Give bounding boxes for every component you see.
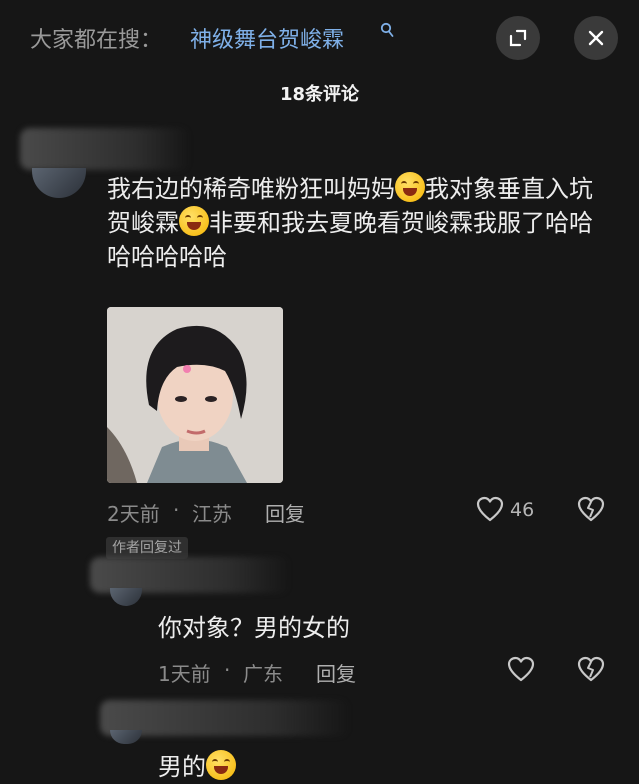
- reply-text-content: 男的: [158, 753, 206, 781]
- like-count: 46: [510, 499, 535, 521]
- meta-separator: ·: [224, 658, 231, 682]
- expand-icon: [509, 29, 527, 47]
- search-prefix: 大家都在搜：: [30, 28, 163, 53]
- reply-button[interactable]: 回复: [265, 498, 305, 527]
- close-button[interactable]: [574, 16, 618, 60]
- reply-text: 你对象？男的女的: [158, 614, 350, 642]
- expand-button[interactable]: [496, 16, 540, 60]
- avatar[interactable]: [110, 730, 142, 744]
- broken-heart-icon[interactable]: [577, 496, 605, 522]
- avatar[interactable]: [110, 588, 142, 606]
- broken-heart-icon[interactable]: [577, 656, 605, 682]
- heart-outline-icon[interactable]: [476, 496, 504, 522]
- search-icon[interactable]: [380, 22, 394, 38]
- meta-separator: ·: [173, 498, 180, 522]
- reply-time: 1天前: [158, 662, 211, 686]
- portrait-illustration: [107, 307, 283, 483]
- avatar[interactable]: [32, 168, 86, 198]
- comment-time: 2天前: [107, 502, 160, 526]
- author-replied-badge: 作者回复过: [106, 537, 188, 559]
- reply-text: 男的: [158, 750, 236, 784]
- top-bar: 大家都在搜： 神级舞台贺峻霖: [0, 0, 639, 78]
- commenter-name-blurred: [20, 128, 190, 170]
- laughing-crying-emoji-icon: [395, 172, 425, 202]
- comment-count-title: 18条评论: [279, 84, 360, 105]
- close-icon: [588, 30, 604, 46]
- heart-outline-icon[interactable]: [507, 656, 535, 682]
- comment-text-part1: 我右边的稀奇唯粉狂叫妈妈: [107, 175, 395, 203]
- search-suggestion-link[interactable]: 神级舞台贺峻霖: [190, 22, 344, 54]
- comment-image[interactable]: [107, 307, 283, 483]
- grinning-emoji-icon: [206, 750, 236, 780]
- reply-location: 广东: [243, 662, 283, 686]
- laughing-crying-emoji-icon: [179, 206, 209, 236]
- comment-text: 我右边的稀奇唯粉狂叫妈妈 我对象垂直入坑贺峻霖 非要和我去夏晚看贺峻霖我服了哈哈哈哈…: [107, 172, 607, 274]
- reply-button[interactable]: 回复: [316, 658, 356, 687]
- comment-location: 江苏: [192, 502, 232, 526]
